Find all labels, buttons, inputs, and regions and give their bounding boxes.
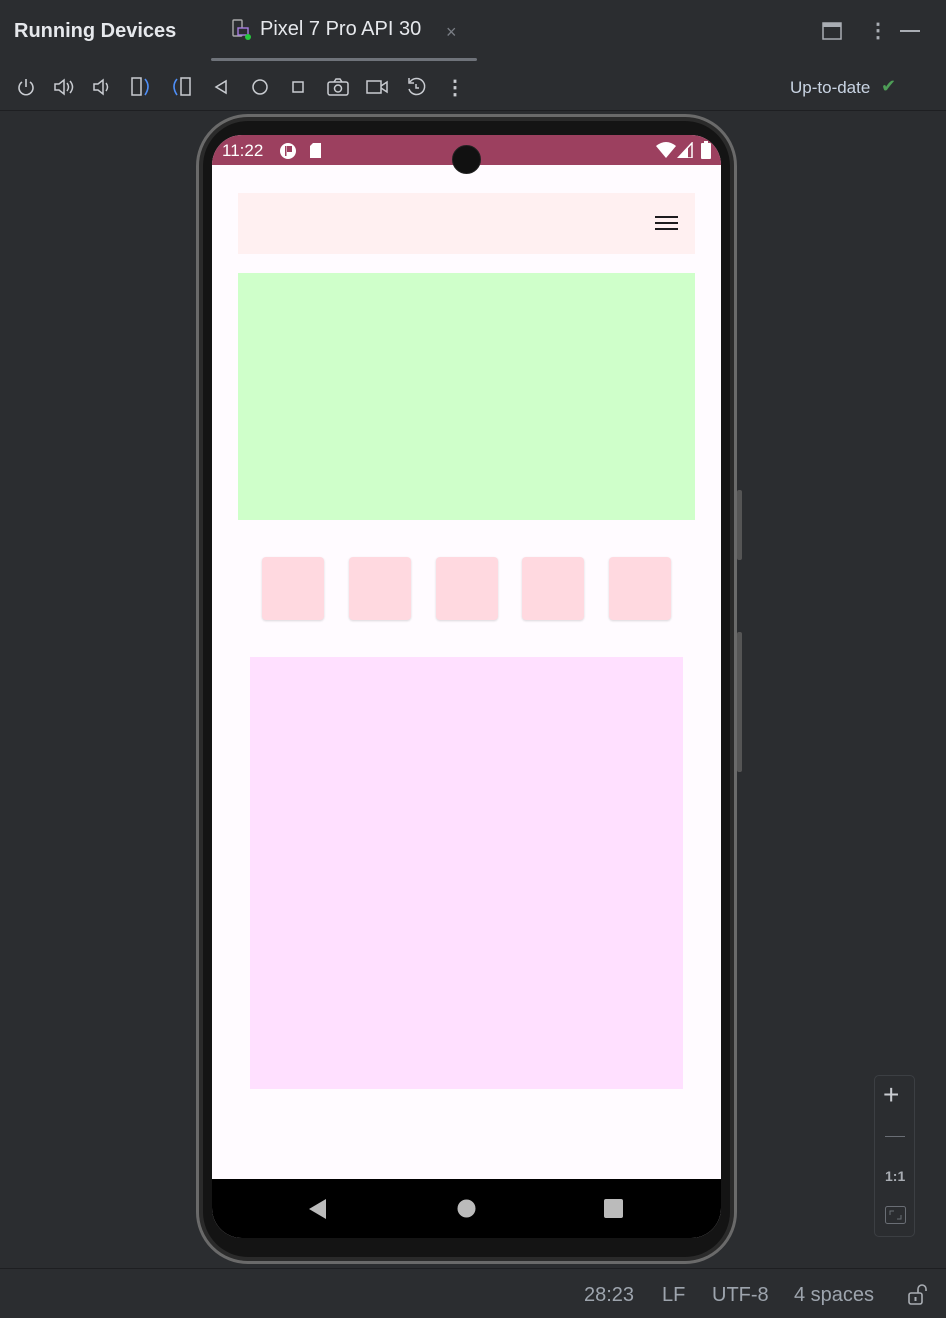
tab-close-button[interactable]: × xyxy=(446,22,457,43)
volume-rocker xyxy=(737,632,742,772)
content-panel xyxy=(250,657,683,1089)
line-ending[interactable]: LF xyxy=(662,1284,685,1307)
notification-icon xyxy=(280,143,296,159)
more-icon[interactable]: ⋮ xyxy=(443,76,467,99)
top-app-bar xyxy=(238,193,695,254)
banner-box xyxy=(238,273,695,520)
file-encoding[interactable]: UTF-8 xyxy=(712,1284,769,1307)
menu-icon[interactable] xyxy=(655,216,678,230)
tab-label: Pixel 7 Pro API 30 xyxy=(260,18,422,40)
panel-title: Running Devices xyxy=(14,20,177,42)
volume-down-icon[interactable] xyxy=(90,76,114,98)
unlock-icon[interactable] xyxy=(907,1284,929,1306)
back-icon[interactable] xyxy=(209,76,233,98)
tile-5[interactable] xyxy=(609,557,671,620)
rotate-right-icon[interactable] xyxy=(169,76,193,98)
minimize-icon[interactable] xyxy=(900,30,920,32)
tile-3[interactable] xyxy=(436,557,498,620)
device-screen[interactable]: 11:22 xyxy=(212,135,721,1238)
screen-record-icon[interactable] xyxy=(365,76,389,98)
android-nav-bar xyxy=(212,1179,721,1238)
rotate-left-icon[interactable] xyxy=(130,76,154,98)
zoom-in-button[interactable]: + xyxy=(883,1081,899,1109)
nav-back-icon[interactable] xyxy=(309,1199,327,1219)
signal-icon xyxy=(677,142,693,158)
divider xyxy=(0,1268,946,1269)
indent-setting[interactable]: 4 spaces xyxy=(794,1284,874,1307)
window-layout-icon[interactable] xyxy=(822,22,842,40)
nav-recents-icon[interactable] xyxy=(604,1199,623,1218)
fit-screen-icon[interactable] xyxy=(885,1206,906,1224)
check-icon: ✔ xyxy=(881,76,897,96)
power-button xyxy=(737,490,742,560)
tile-2[interactable] xyxy=(349,557,411,620)
volume-up-icon[interactable] xyxy=(52,76,76,98)
home-icon[interactable] xyxy=(248,76,272,98)
battery-icon xyxy=(701,141,711,159)
camera-cutout xyxy=(452,145,481,174)
screenshot-icon[interactable] xyxy=(326,76,350,98)
zoom-controls: + 1:1 xyxy=(874,1075,915,1237)
options-icon[interactable]: ⋮ xyxy=(868,18,888,43)
tile-1[interactable] xyxy=(262,557,324,620)
wifi-icon xyxy=(656,142,676,158)
tab-underline xyxy=(211,58,477,61)
nav-home-icon[interactable] xyxy=(457,1199,476,1218)
actual-size-button[interactable]: 1:1 xyxy=(885,1168,905,1184)
clock: 11:22 xyxy=(222,141,264,160)
reset-icon[interactable] xyxy=(404,76,428,98)
divider xyxy=(0,110,946,111)
overview-icon[interactable] xyxy=(286,76,310,98)
sd-card-icon xyxy=(310,143,321,158)
caret-position[interactable]: 28:23 xyxy=(584,1284,634,1307)
tile-4[interactable] xyxy=(522,557,584,620)
zoom-out-button[interactable] xyxy=(885,1136,905,1137)
device-icon xyxy=(232,18,251,40)
power-icon[interactable] xyxy=(14,76,38,98)
tab-device[interactable]: Pixel 7 Pro API 30 xyxy=(232,18,421,41)
sync-status: Up-to-date xyxy=(790,78,871,97)
